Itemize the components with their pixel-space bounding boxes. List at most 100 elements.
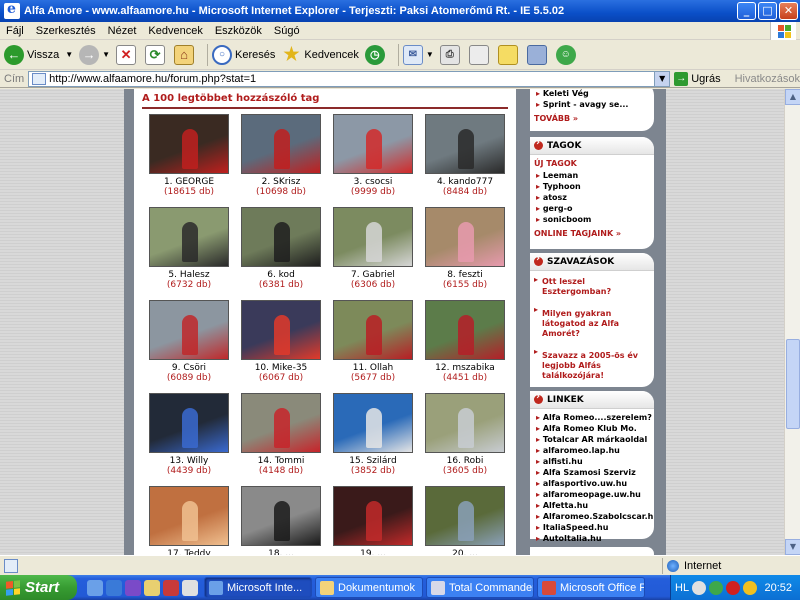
- edit-button[interactable]: [468, 42, 492, 68]
- member-card[interactable]: 16. Robi (3605 db): [420, 393, 510, 476]
- sidebar-topic[interactable]: Sprint - avagy se...: [530, 99, 654, 110]
- member-photo[interactable]: [241, 486, 321, 546]
- home-button[interactable]: ⌂: [174, 42, 197, 68]
- member-name[interactable]: 3. csocsi: [328, 177, 418, 187]
- external-link[interactable]: alfasportivo.uw.hu: [530, 478, 654, 489]
- member-link[interactable]: gerg-o: [530, 203, 654, 214]
- desktop-icon[interactable]: [106, 579, 122, 596]
- member-name[interactable]: 16. Robi: [420, 456, 510, 466]
- member-card[interactable]: 6. kod (6381 db): [236, 207, 326, 290]
- favorites-button[interactable]: ★ Kedvencek: [281, 42, 359, 68]
- member-card[interactable]: 15. Szilárd (3852 db): [328, 393, 418, 476]
- ie-quicklaunch-icon[interactable]: [87, 579, 103, 596]
- member-photo[interactable]: [425, 207, 505, 267]
- member-link[interactable]: atosz: [530, 192, 654, 203]
- member-card[interactable]: 4. kando777 (8484 db): [420, 114, 510, 197]
- forward-button[interactable]: → ▼: [79, 42, 110, 68]
- member-photo[interactable]: [149, 486, 229, 546]
- address-url[interactable]: http://www.alfaamore.hu/forum.php?stat=1: [49, 73, 654, 85]
- member-name[interactable]: 12. mszabika: [420, 363, 510, 373]
- member-photo[interactable]: [333, 114, 413, 174]
- external-link[interactable]: ItaliaSpeed.hu: [530, 522, 654, 533]
- external-link[interactable]: alfaromeo.lap.hu: [530, 445, 654, 456]
- member-card[interactable]: 20. ...: [420, 486, 510, 555]
- member-photo[interactable]: [149, 300, 229, 360]
- member-card[interactable]: 5. Halesz (6732 db): [144, 207, 234, 290]
- history-button[interactable]: ◷: [364, 42, 388, 68]
- media-icon[interactable]: [125, 579, 141, 596]
- external-link[interactable]: Alfaromeo.Szabolcscar.hu: [530, 511, 654, 522]
- member-photo[interactable]: [241, 207, 321, 267]
- stop-button[interactable]: ✕: [116, 42, 139, 68]
- external-link[interactable]: Alfa Szamosi Szerviz: [530, 467, 654, 478]
- close-button[interactable]: ✕: [779, 2, 798, 20]
- scroll-thumb[interactable]: [786, 339, 800, 429]
- member-photo[interactable]: [149, 114, 229, 174]
- external-link[interactable]: Alfa Romeo....szerelem?: [530, 412, 654, 423]
- sidebar-topic[interactable]: Keleti Vég: [530, 89, 654, 99]
- member-card[interactable]: 12. mszabika (4451 db): [420, 300, 510, 383]
- member-photo[interactable]: [425, 393, 505, 453]
- member-name[interactable]: 14. Tommi: [236, 456, 326, 466]
- poll-link[interactable]: Szavazz a 2005-ös év legjobb Alfás talál…: [530, 343, 654, 385]
- member-name[interactable]: 10. Mike-35: [236, 363, 326, 373]
- member-link[interactable]: sonicboom: [530, 214, 654, 225]
- member-link[interactable]: Typhoon: [530, 181, 654, 192]
- messenger-button[interactable]: ☺: [555, 42, 579, 68]
- poll-link[interactable]: Ott leszel Esztergomban?: [530, 271, 654, 301]
- menu-help[interactable]: Súgó: [268, 25, 306, 37]
- search-button[interactable]: ○ Keresés: [212, 42, 275, 68]
- task-documents[interactable]: Dokumentumok: [315, 577, 423, 598]
- member-name[interactable]: 5. Halesz: [144, 270, 234, 280]
- member-card[interactable]: 14. Tommi (4148 db): [236, 393, 326, 476]
- vertical-scrollbar[interactable]: ▲ ▼: [784, 89, 800, 555]
- tray-icon[interactable]: [726, 580, 741, 595]
- menu-view[interactable]: Nézet: [102, 25, 143, 37]
- task-office[interactable]: Microsoft Office P...: [537, 577, 645, 598]
- external-link[interactable]: Totalcar AR márkaoldal: [530, 434, 654, 445]
- member-photo[interactable]: [425, 486, 505, 546]
- more-link[interactable]: TOVÁBB »: [530, 110, 654, 129]
- address-dropdown-icon[interactable]: ▼: [654, 71, 670, 86]
- scroll-down-icon[interactable]: ▼: [785, 539, 800, 555]
- scroll-up-icon[interactable]: ▲: [785, 89, 800, 105]
- dropdown-arrow-icon[interactable]: ▼: [102, 50, 110, 59]
- discuss-button[interactable]: [497, 42, 521, 68]
- dropdown-arrow-icon[interactable]: ▼: [426, 50, 434, 59]
- refresh-button[interactable]: ⟳: [145, 42, 168, 68]
- tray-icon[interactable]: [709, 580, 724, 595]
- member-card[interactable]: 1. GEORGE (18615 db): [144, 114, 234, 197]
- menu-tools[interactable]: Eszközök: [209, 25, 268, 37]
- print-button[interactable]: ⎙: [439, 42, 463, 68]
- member-photo[interactable]: [241, 300, 321, 360]
- app-icon[interactable]: [182, 579, 198, 596]
- member-card[interactable]: 11. Ollah (5677 db): [328, 300, 418, 383]
- go-button[interactable]: → Ugrás: [674, 71, 721, 86]
- member-photo[interactable]: [333, 393, 413, 453]
- app-icon[interactable]: [163, 579, 179, 596]
- member-photo[interactable]: [333, 486, 413, 546]
- member-name[interactable]: 6. kod: [236, 270, 326, 280]
- member-photo[interactable]: [425, 300, 505, 360]
- task-ie[interactable]: Microsoft Inte...: [204, 577, 312, 598]
- back-button[interactable]: ← Vissza ▼: [4, 42, 73, 68]
- member-photo[interactable]: [149, 393, 229, 453]
- member-card[interactable]: 7. Gabriel (6306 db): [328, 207, 418, 290]
- member-name[interactable]: 13. Willy: [144, 456, 234, 466]
- external-link[interactable]: Alfetta.hu: [530, 500, 654, 511]
- task-total-commander[interactable]: Total Commander...: [426, 577, 534, 598]
- menu-file[interactable]: Fájl: [0, 25, 30, 37]
- links-label[interactable]: Hivatkozások: [735, 73, 800, 85]
- member-card[interactable]: 18. ...: [236, 486, 326, 555]
- external-link[interactable]: Alfa Romeo Klub Mo.: [530, 423, 654, 434]
- menu-favorites[interactable]: Kedvencek: [142, 25, 208, 37]
- tray-icon[interactable]: [692, 580, 707, 595]
- member-photo[interactable]: [149, 207, 229, 267]
- minimize-button[interactable]: _: [737, 2, 756, 20]
- external-link[interactable]: alfaromeopage.uw.hu: [530, 489, 654, 500]
- maximize-button[interactable]: □: [758, 2, 777, 20]
- online-members-link[interactable]: ONLINE TAGJAINK »: [530, 225, 654, 244]
- external-link[interactable]: alfisti.hu: [530, 456, 654, 467]
- volume-icon[interactable]: [743, 580, 758, 595]
- start-button[interactable]: Start: [0, 575, 77, 600]
